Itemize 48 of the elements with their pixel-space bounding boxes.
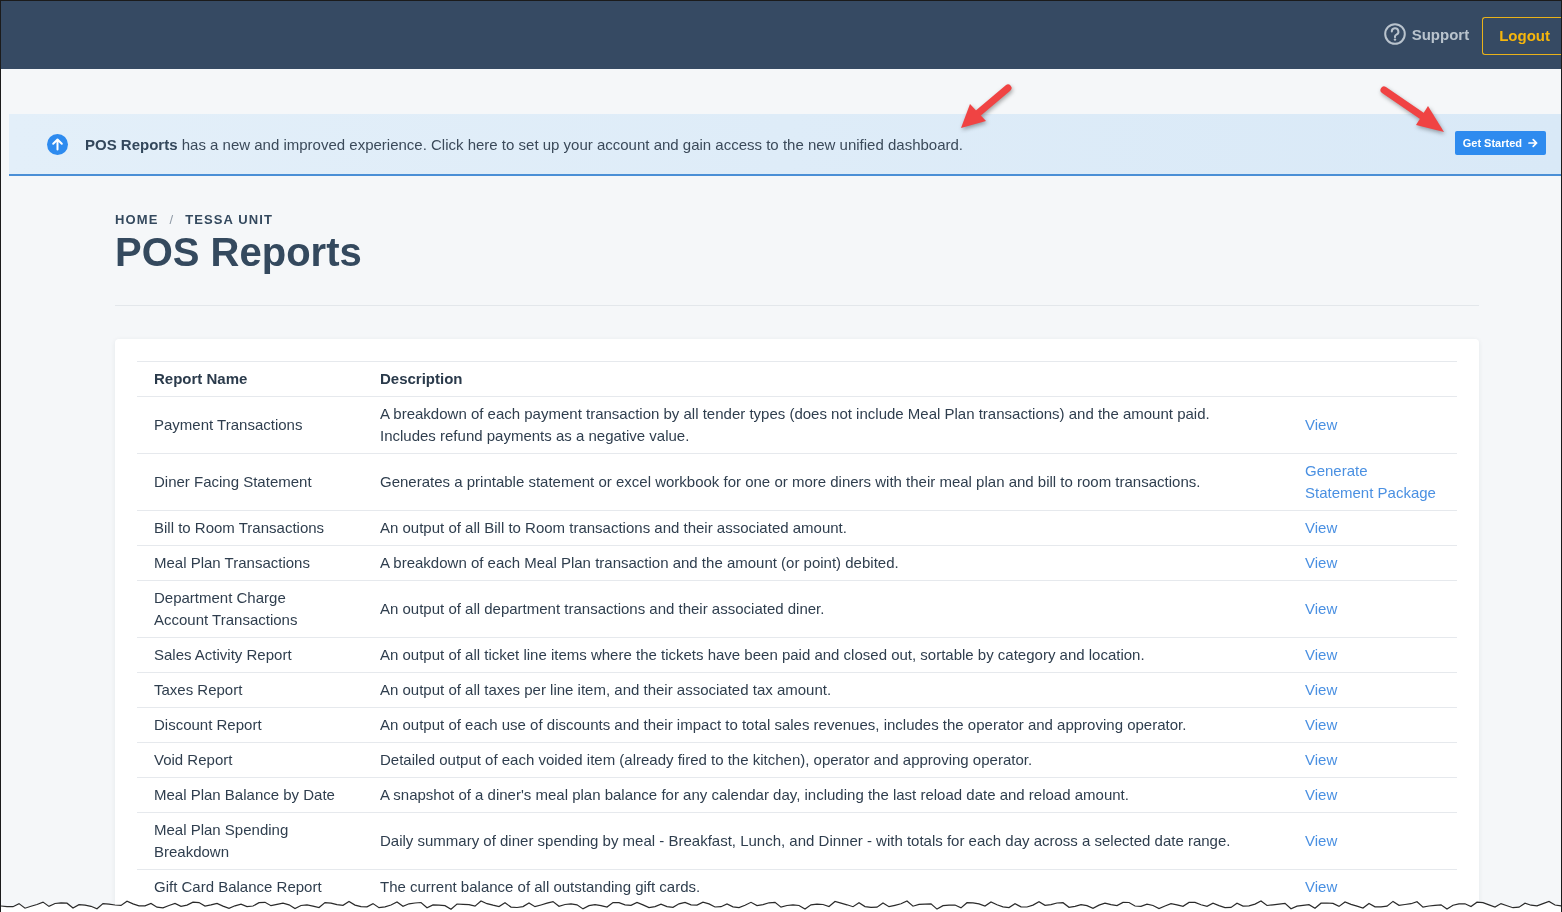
description-cell: An output of each use of discounts and their impact to total sales revenues, includes the operator and approving operator. [363, 707, 1288, 743]
breadcrumb-link[interactable]: HOME [115, 212, 159, 228]
description-cell: Detailed output of each voided item (already fired to the kitchen), operator and approving operator. [363, 742, 1288, 778]
breadcrumb-separator: / [169, 212, 175, 228]
pointer-arrow-icon [1380, 86, 1444, 132]
report-name-cell: Bill to Room Transactions [137, 510, 363, 546]
description-cell: A breakdown of each payment transaction by all tender types (does not include Meal Plan transactions) and the amount paid. Includes refund payments as a negative value. [363, 396, 1288, 454]
description-cell: An output of all taxes per line item, and their associated tax amount. [363, 672, 1288, 708]
banner-message[interactable]: POS Reports has a new and improved experience. Click here to set up your account and gain access to the new unified dashboard. [85, 135, 963, 153]
get-started-button[interactable]: Get Started [1454, 130, 1546, 155]
page-title: POS Reports [115, 229, 362, 276]
report-link[interactable]: Generate Statement Package [1305, 460, 1438, 504]
report-name-cell: Diner Facing Statement [137, 453, 363, 511]
arrow-right-icon [1528, 137, 1538, 148]
description-cell: An output of all Bill to Room transactions and their associated amount. [363, 510, 1288, 546]
description-cell: Daily summary of diner spending by meal - Breakfast, Lunch, and Dinner - with totals for each day across a selected date range. [363, 812, 1288, 870]
description-cell: An output of all department transactions and their associated diner. [363, 580, 1288, 638]
help-icon [1383, 23, 1406, 45]
report-name-cell: Taxes Report [137, 672, 363, 708]
description-cell: A snapshot of a diner's meal plan balance for any calendar day, including the last reload date and reload amount. [363, 777, 1288, 813]
report-link[interactable]: View [1305, 830, 1338, 852]
report-link[interactable]: View [1305, 598, 1338, 620]
report-link[interactable]: View [1305, 679, 1338, 701]
report-name-cell: Void Report [137, 742, 363, 778]
report-name-cell: Payment Transactions [137, 396, 363, 454]
report-name-cell: Meal Plan Transactions [137, 545, 363, 581]
breadcrumb-link[interactable]: TESSA UNIT [185, 212, 273, 228]
column-header: Report Name [137, 361, 363, 397]
report-name-cell: Meal Plan Balance by Date [137, 777, 363, 813]
report-link[interactable]: View [1305, 784, 1338, 806]
report-link[interactable]: View [1305, 714, 1338, 736]
description-cell: A breakdown of each Meal Plan transaction and the amount (or point) debited. [363, 545, 1288, 581]
column-header: Description [363, 361, 1288, 397]
description-cell: An output of all ticket line items where the tickets have been paid and closed out, sortable by category and location. [363, 637, 1288, 673]
report-name-cell: Sales Activity Report [137, 637, 363, 673]
report-link[interactable]: View [1305, 644, 1338, 666]
report-name-cell: Meal Plan Spending Breakdown [137, 812, 363, 870]
logout-button[interactable]: Logout [1482, 16, 1561, 55]
report-link[interactable]: View [1305, 414, 1338, 436]
pointer-arrow-icon [961, 84, 1012, 128]
report-link[interactable]: View [1305, 552, 1338, 574]
report-name-cell: Discount Report [137, 707, 363, 743]
description-cell: Generates a printable statement or excel workbook for one or more diners with their meal plan and bill to room transactions. [363, 453, 1288, 511]
report-link[interactable]: View [1305, 517, 1338, 539]
report-link[interactable]: View [1305, 749, 1338, 771]
support-link[interactable]: Support [1383, 23, 1470, 45]
report-link[interactable]: View [1305, 876, 1338, 898]
report-name-cell: Department Charge Account Transactions [137, 580, 363, 638]
